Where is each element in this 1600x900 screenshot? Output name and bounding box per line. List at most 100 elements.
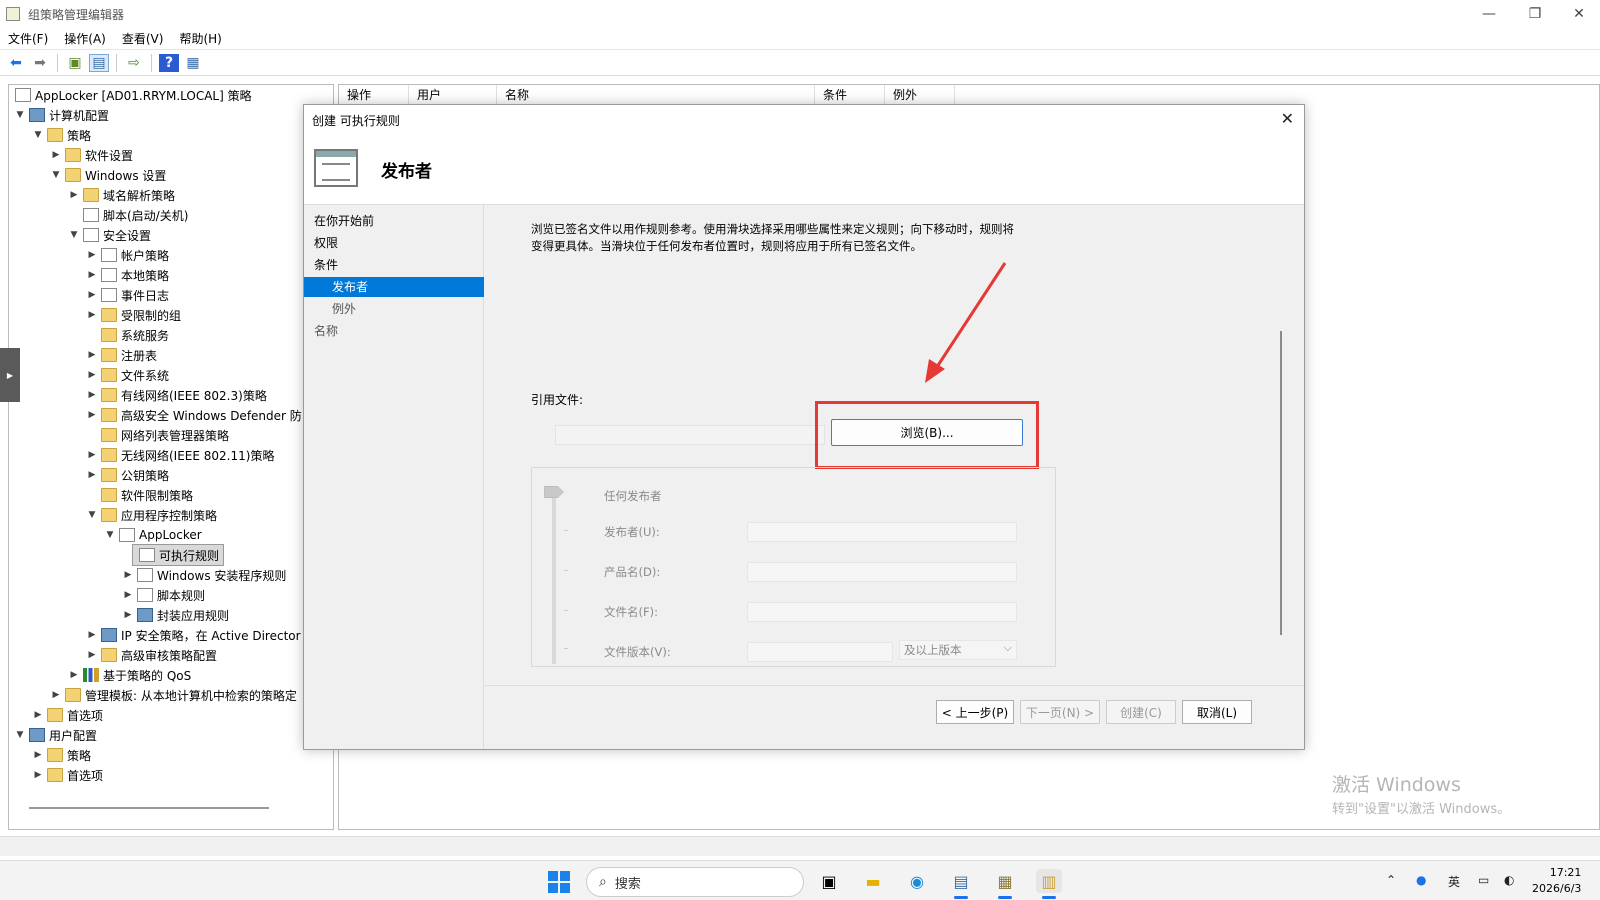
tree-node-registry[interactable]: ▶ 注册表 (85, 345, 157, 365)
menu-view[interactable]: 查看(V) (114, 30, 172, 47)
show-hide-tree-icon[interactable]: ▤ (89, 53, 109, 72)
chevron-right-icon[interactable]: ▶ (85, 370, 99, 380)
menu-help[interactable]: 帮助(H) (171, 30, 229, 47)
tree-node-packaged-rules[interactable]: ▶ 封装应用规则 (121, 605, 229, 625)
version-comparison-select[interactable]: 及以上版本 (899, 639, 1017, 660)
product-field[interactable] (747, 562, 1017, 582)
nav-before-begin[interactable]: 在你开始前 (314, 211, 484, 231)
tree-node-security-settings[interactable]: ▼ 安全设置 (67, 225, 151, 245)
gpmc-icon[interactable]: ▦ (992, 869, 1018, 899)
forward-arrow-icon[interactable]: ➡ (30, 54, 50, 72)
help-icon[interactable]: ? (159, 53, 179, 72)
tree-node-applocker[interactable]: ▼ AppLocker (103, 525, 202, 545)
chevron-right-icon[interactable]: ▶ (85, 470, 99, 480)
chevron-down-icon[interactable]: ▼ (49, 170, 63, 180)
tree-node-windows-settings[interactable]: ▼ Windows 设置 (49, 165, 166, 185)
tree-node-dns-policy[interactable]: ▶ 域名解析策略 (67, 185, 175, 205)
back-arrow-icon[interactable]: ⬅ (6, 54, 26, 72)
tree-horizontal-scrollbar[interactable] (29, 807, 269, 809)
tree-node-network-list[interactable]: 网络列表管理器策略 (85, 425, 229, 445)
next-button[interactable]: 下一页(N) > (1020, 700, 1100, 724)
nav-name[interactable]: 名称 (314, 321, 484, 341)
chevron-down-icon[interactable]: ▼ (85, 510, 99, 520)
filename-field[interactable] (747, 602, 1017, 622)
tray-app-icon[interactable]: ● (1416, 873, 1426, 887)
chevron-down-icon[interactable]: ▼ (103, 530, 117, 540)
chevron-down-icon[interactable]: ▼ (13, 110, 27, 120)
menu-file[interactable]: 文件(F) (0, 30, 56, 47)
tree-node-policies[interactable]: ▼ 策略 (31, 125, 91, 145)
tree-node-file-system[interactable]: ▶ 文件系统 (85, 365, 169, 385)
reference-file-input[interactable] (555, 425, 825, 445)
up-folder-icon[interactable]: ▣ (65, 54, 85, 72)
tree-node-installer-rules[interactable]: ▶ Windows 安装程序规则 (121, 565, 286, 585)
minimize-button[interactable]: — (1466, 0, 1512, 28)
tree-node-wired-network[interactable]: ▶ 有线网络(IEEE 802.3)策略 (85, 385, 267, 405)
tree-node-local-policies[interactable]: ▶ 本地策略 (85, 265, 169, 285)
browse-button[interactable]: 浏览(B)... (831, 419, 1023, 446)
version-field[interactable] (747, 642, 893, 662)
chevron-right-icon[interactable]: ▶ (31, 710, 45, 720)
chevron-right-icon[interactable]: ▶ (85, 650, 99, 660)
create-button[interactable]: 创建(C) (1106, 700, 1176, 724)
publisher-field[interactable] (747, 522, 1017, 542)
edge-icon[interactable]: ◉ (904, 869, 930, 893)
tree-node-software-restriction[interactable]: 软件限制策略 (85, 485, 193, 505)
tree-node-preferences[interactable]: ▶ 首选项 (31, 705, 103, 725)
chevron-right-icon[interactable]: ▶ (85, 250, 99, 260)
tree-node-app-control[interactable]: ▼ 应用程序控制策略 (85, 505, 217, 525)
close-button[interactable]: ✕ (1556, 0, 1600, 28)
volume-icon[interactable]: ◐ (1504, 873, 1514, 887)
tree-node-user-policies[interactable]: ▶ 策略 (31, 745, 91, 765)
tree-node-executable-rules[interactable]: 可执行规则 (131, 544, 225, 566)
chevron-right-icon[interactable]: ▶ (121, 570, 135, 580)
nav-permissions[interactable]: 权限 (314, 233, 484, 253)
nav-publisher[interactable]: 发布者 (304, 277, 484, 297)
chevron-right-icon[interactable]: ▶ (49, 150, 63, 160)
file-explorer-icon[interactable]: ▬ (860, 869, 886, 893)
taskbar-clock[interactable]: 17:21 2026/6/3 (1532, 865, 1581, 897)
chevron-right-icon[interactable]: ▶ (85, 270, 99, 280)
tree-node-qos[interactable]: ▶ 基于策略的 QoS (67, 665, 191, 685)
restore-button[interactable]: ❐ (1512, 0, 1558, 28)
chevron-right-icon[interactable]: ▶ (31, 770, 45, 780)
chevron-right-icon[interactable]: ▶ (85, 390, 99, 400)
chevron-right-icon[interactable]: ▶ (67, 190, 81, 200)
slider-track[interactable] (552, 494, 556, 664)
chevron-right-icon[interactable]: ▶ (85, 410, 99, 420)
chevron-right-icon[interactable]: ▶ (85, 630, 99, 640)
column-name[interactable]: 名称 (497, 85, 815, 105)
tree-node-root[interactable]: AppLocker [AD01.RRYM.LOCAL] 策略 (13, 85, 252, 105)
network-icon[interactable]: ▭ (1478, 873, 1489, 887)
tree-node-ip-security[interactable]: ▶ IP 安全策略，在 Active Director (85, 625, 301, 645)
chevron-right-icon[interactable]: ▶ (85, 450, 99, 460)
start-button[interactable] (548, 871, 570, 893)
tree-node-restricted-groups[interactable]: ▶ 受限制的组 (85, 305, 181, 325)
tree-node-software-settings[interactable]: ▶ 软件设置 (49, 145, 133, 165)
tree-node-user-preferences[interactable]: ▶ 首选项 (31, 765, 103, 785)
back-button[interactable]: < 上一步(P) (936, 700, 1014, 724)
dialog-vertical-scrollbar[interactable] (1280, 331, 1282, 635)
chevron-right-icon[interactable]: ▶ (121, 610, 135, 620)
column-exceptions[interactable]: 例外 (885, 85, 955, 105)
gpedit-taskbar-icon[interactable]: ▥ (1036, 869, 1062, 899)
task-view-icon[interactable]: ▣ (816, 869, 842, 893)
chevron-right-icon[interactable]: ▶ (85, 310, 99, 320)
tree-node-scripts[interactable]: 脚本(启动/关机) (67, 205, 188, 225)
server-manager-icon[interactable]: ▤ (948, 869, 974, 899)
properties-icon[interactable]: ▦ (183, 54, 203, 72)
chevron-right-icon[interactable]: ▶ (85, 290, 99, 300)
nav-exceptions[interactable]: 例外 (304, 299, 484, 319)
chevron-down-icon[interactable]: ▼ (31, 130, 45, 140)
column-action[interactable]: 操作 (339, 85, 409, 105)
menu-action[interactable]: 操作(A) (56, 30, 114, 47)
taskbar-search[interactable]: ⌕ 搜索 (586, 867, 804, 897)
tree-node-script-rules[interactable]: ▶ 脚本规则 (121, 585, 205, 605)
chevron-right-icon[interactable]: ▶ (49, 690, 63, 700)
tree-node-system-services[interactable]: 系统服务 (85, 325, 169, 345)
tree-node-wireless-network[interactable]: ▶ 无线网络(IEEE 802.11)策略 (85, 445, 274, 465)
chevron-down-icon[interactable]: ▼ (13, 730, 27, 740)
column-user[interactable]: 用户 (409, 85, 497, 105)
tray-overflow-icon[interactable]: ⌃ (1386, 873, 1396, 887)
chevron-right-icon[interactable]: ▶ (121, 590, 135, 600)
